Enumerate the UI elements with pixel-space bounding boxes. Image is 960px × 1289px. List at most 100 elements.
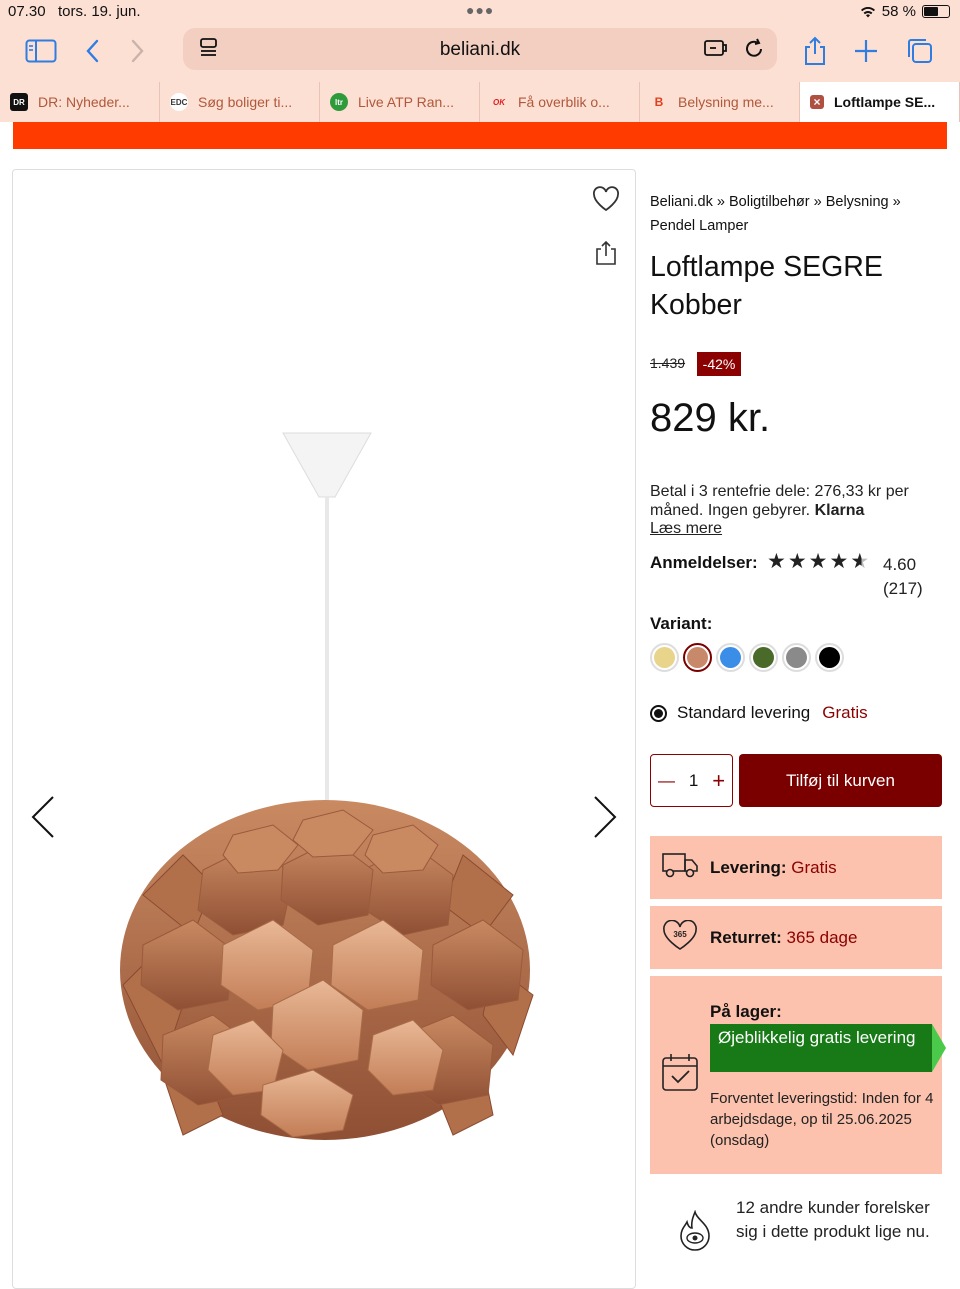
- tab-favicon: B: [654, 95, 664, 109]
- old-price: 1.439: [650, 355, 686, 371]
- product-image-copper-pendant-lamp: [120, 432, 534, 1140]
- tab-loftlampe-active[interactable]: × Loftlampe SE...: [800, 82, 960, 122]
- delivery-option-price: Gratis: [822, 703, 868, 722]
- tab-ok[interactable]: OK Få overblik o...: [480, 82, 640, 122]
- shipping-value: Gratis: [791, 858, 837, 877]
- reviews-label: Anmeldelser:: [650, 553, 758, 572]
- klarna-info: Betal i 3 rentefrie dele: 276,33 kr per …: [650, 483, 946, 539]
- return-info-box: 365 Returret: 365 dage: [650, 906, 942, 969]
- half-star-icon: ★: [850, 550, 870, 573]
- product-title: Loftlampe SEGRE Kobber: [650, 251, 883, 321]
- shipping-info-box: Levering: Gratis: [650, 836, 942, 899]
- promo-banner[interactable]: [13, 122, 947, 149]
- status-right: 58 %: [860, 3, 950, 20]
- variant-swatch-black[interactable]: [815, 643, 844, 672]
- fire-eye-icon: [678, 1209, 712, 1257]
- delivery-option[interactable]: Standard levering Gratis: [650, 703, 868, 723]
- delivery-eta: Forventet leveringstid: Inden for 4 arbe…: [710, 1090, 934, 1149]
- quantity-value[interactable]: 1: [689, 771, 698, 791]
- tab-favicon: DR: [10, 93, 28, 111]
- add-to-cart-button[interactable]: Tilføj til kurven: [739, 754, 942, 807]
- truck-icon: [661, 850, 699, 885]
- close-tab-icon[interactable]: ×: [810, 95, 824, 109]
- breadcrumb[interactable]: Beliani.dk » Boligtilbehør » Belysning »…: [650, 190, 940, 238]
- reload-icon[interactable]: [743, 36, 765, 65]
- prev-image-icon[interactable]: [29, 794, 57, 845]
- star-icon: ★: [767, 550, 786, 573]
- rating-value: 4.60: [883, 555, 917, 574]
- status-date: tors. 19. jun.: [58, 3, 141, 20]
- browser-chrome: 07.30 tors. 19. jun. ●●● 58 % beliani.dk: [0, 0, 960, 122]
- return-value: 365 dage: [786, 928, 858, 947]
- tab-label: Få overblik o...: [518, 94, 610, 110]
- status-bar: 07.30 tors. 19. jun. ●●● 58 %: [0, 0, 960, 24]
- return-info: Returret: 365 dage: [710, 928, 857, 948]
- wifi-icon: [860, 6, 875, 17]
- tab-favicon: OK: [493, 97, 505, 107]
- tab-favicon: EDC: [170, 93, 188, 111]
- shipping-label: Levering:: [710, 858, 787, 877]
- variant-swatches: [650, 643, 844, 672]
- klarna-read-more-link[interactable]: Læs mere: [650, 520, 722, 537]
- tab-bar: DR DR: Nyheder... EDC Søg boliger ti... …: [0, 82, 960, 122]
- stock-info-box: På lager: Øjeblikkelig gratis levering F…: [650, 976, 946, 1174]
- delivery-radio[interactable]: [650, 704, 667, 722]
- variant-swatch-green[interactable]: [749, 643, 778, 672]
- star-icon: ★: [808, 550, 828, 573]
- address-bar[interactable]: beliani.dk: [183, 28, 777, 70]
- forward-icon[interactable]: [128, 36, 148, 66]
- status-time: 07.30: [8, 3, 46, 20]
- tab-label: DR: Nyheder...: [38, 94, 130, 110]
- variant-swatch-copper-selected[interactable]: [683, 643, 712, 672]
- multitask-dots-icon[interactable]: ●●●: [466, 2, 494, 18]
- tab-dr[interactable]: DR DR: Nyheder...: [0, 82, 160, 122]
- rating-stars[interactable]: ★ ★ ★ ★ ★: [767, 549, 869, 574]
- quantity-stepper: — 1 +: [650, 754, 733, 807]
- shipping-info: Levering: Gratis: [710, 858, 837, 878]
- social-proof: 12 andre kunder forelsker sig i dette pr…: [650, 1196, 946, 1276]
- stock-label: På lager:: [710, 1002, 782, 1022]
- discount-badge: -42%: [697, 352, 741, 376]
- delivery-option-label: Standard levering: [677, 703, 811, 722]
- heart-365-icon: 365: [661, 919, 699, 957]
- extension-icon[interactable]: [703, 36, 729, 65]
- sidebar-icon[interactable]: [24, 36, 58, 66]
- plus-icon[interactable]: +: [712, 768, 725, 794]
- star-icon: ★: [829, 550, 849, 573]
- social-proof-text: 12 andre kunder forelsker sig i dette pr…: [736, 1198, 930, 1241]
- tab-atp[interactable]: ltr Live ATP Ran...: [320, 82, 480, 122]
- next-image-icon[interactable]: [591, 794, 619, 845]
- new-tab-icon[interactable]: [852, 36, 880, 66]
- tab-belysning[interactable]: B Belysning me...: [640, 82, 800, 122]
- tabs-overview-icon[interactable]: [904, 36, 934, 66]
- battery-percent: 58 %: [881, 3, 916, 20]
- return-badge-text: 365: [673, 930, 687, 939]
- star-icon: ★: [787, 550, 807, 573]
- rating-count: (217): [883, 579, 923, 598]
- variant-swatch-blue[interactable]: [716, 643, 745, 672]
- back-icon[interactable]: [82, 36, 102, 66]
- current-price: 829 kr.: [650, 396, 771, 440]
- battery-icon: [922, 5, 950, 18]
- return-label: Returret:: [710, 928, 782, 947]
- minus-icon[interactable]: —: [658, 771, 675, 791]
- browser-toolbar: beliani.dk: [0, 24, 960, 82]
- product-gallery[interactable]: [12, 169, 636, 1289]
- variant-swatch-gold[interactable]: [650, 643, 679, 672]
- tab-label: Loftlampe SE...: [834, 94, 936, 110]
- tab-label: Søg boliger ti...: [198, 94, 293, 110]
- stock-banner: Øjeblikkelig gratis levering: [710, 1024, 946, 1072]
- tab-label: Live ATP Ran...: [358, 94, 454, 110]
- calendar-check-icon: [661, 1052, 699, 1097]
- klarna-brand: Klarna: [814, 501, 865, 519]
- variant-label: Variant:: [650, 614, 713, 633]
- rating-summary[interactable]: 4.60 (217): [883, 553, 923, 601]
- tab-label: Belysning me...: [678, 94, 774, 110]
- variant-swatch-grey[interactable]: [782, 643, 811, 672]
- share-product-icon[interactable]: [595, 240, 617, 271]
- share-icon[interactable]: [802, 36, 828, 66]
- tab-edc[interactable]: EDC Søg boliger ti...: [160, 82, 320, 122]
- wishlist-heart-icon[interactable]: [592, 186, 620, 217]
- url-text: beliani.dk: [439, 39, 521, 60]
- klarna-text: Betal i 3 rentefrie dele: 276,33 kr per …: [650, 483, 909, 519]
